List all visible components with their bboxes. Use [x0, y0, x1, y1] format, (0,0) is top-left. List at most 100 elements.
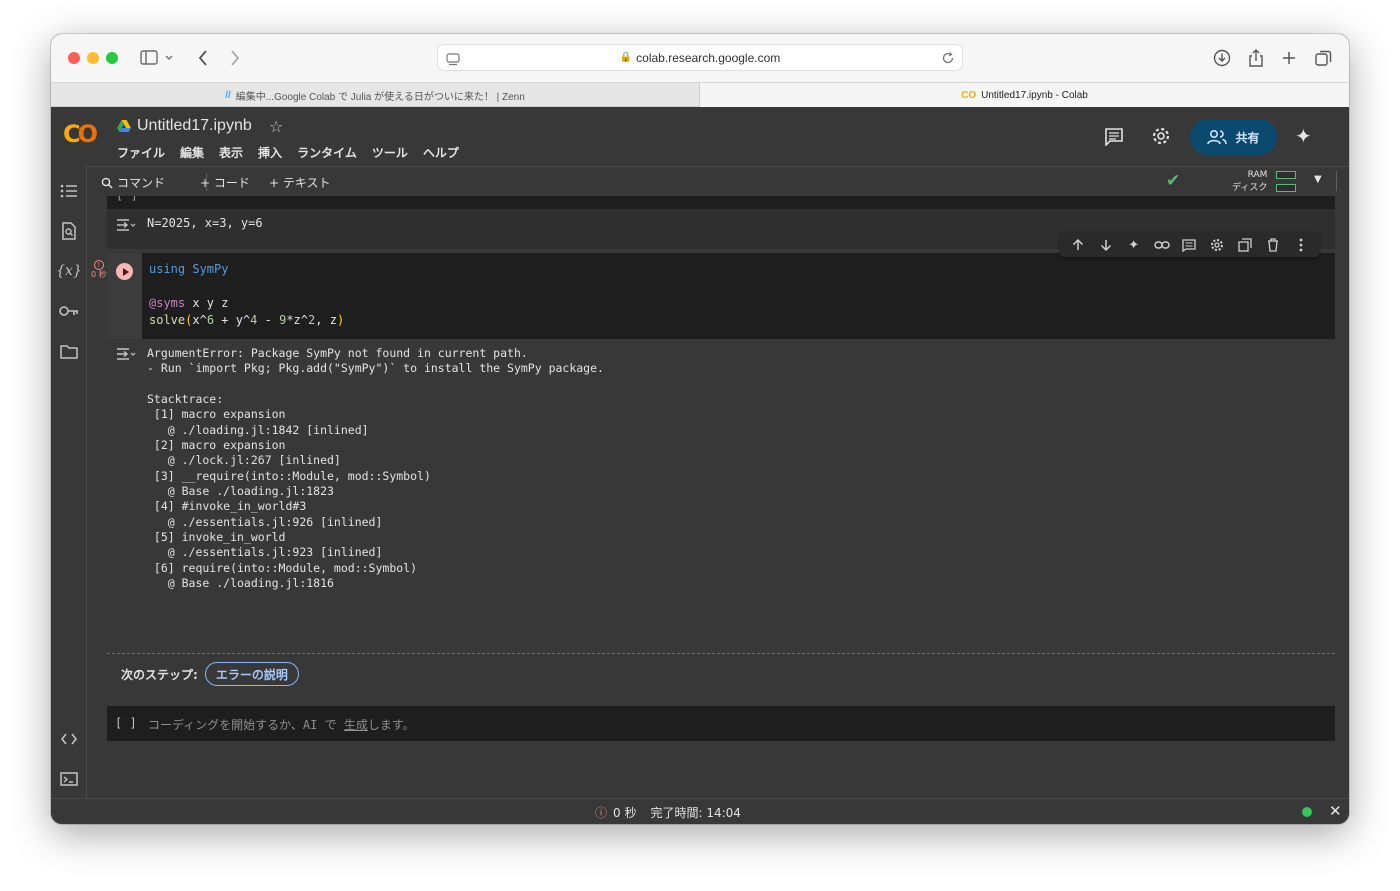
- tab-zenn[interactable]: // 編集中...Google Colab で Julia が使える日がついに来…: [51, 83, 700, 107]
- menu-edit[interactable]: 編集: [180, 144, 204, 161]
- output-actions-icon[interactable]: [116, 346, 136, 362]
- error-icon: !: [93, 260, 104, 270]
- add-code-button[interactable]: + コード: [200, 174, 250, 191]
- code-line: solve(x^6 + y^4 - 9*z^2, z): [149, 313, 344, 327]
- notebook-title[interactable]: Untitled17.ipynb: [137, 117, 252, 135]
- table-of-contents-icon[interactable]: [58, 180, 80, 202]
- delete-icon[interactable]: [1264, 236, 1282, 254]
- zenn-favicon-icon: //: [225, 89, 231, 101]
- tab-label: 編集中...Google Colab で Julia が使える日がついに来た！ …: [235, 91, 525, 103]
- back-icon[interactable]: [194, 46, 212, 70]
- menu-view[interactable]: 表示: [219, 144, 243, 161]
- code-snippets-icon[interactable]: [58, 728, 80, 750]
- tab-bar: // 編集中...Google Colab で Julia が使える日がついに来…: [51, 82, 1349, 107]
- url-text: colab.research.google.com: [636, 50, 781, 65]
- menu-file[interactable]: ファイル: [117, 144, 165, 161]
- more-options-icon[interactable]: [1292, 236, 1310, 254]
- terminal-icon[interactable]: [58, 768, 80, 790]
- secrets-key-icon[interactable]: [58, 300, 80, 322]
- ram-meter: [1276, 171, 1296, 179]
- explain-error-button[interactable]: エラーの説明: [204, 662, 299, 686]
- share-label: 共有: [1235, 130, 1260, 145]
- comment-icon[interactable]: [1180, 236, 1198, 254]
- run-cell-button[interactable]: [116, 263, 133, 280]
- previous-output-text: N=2025, x=3, y=6: [147, 216, 263, 230]
- sidebar-toggle-icon[interactable]: [137, 46, 177, 70]
- mirror-cell-icon[interactable]: [1236, 236, 1254, 254]
- colab-favicon-icon: CO: [961, 89, 977, 101]
- reload-icon[interactable]: [941, 50, 955, 69]
- completed-time: 完了時間: 14:04: [650, 806, 741, 820]
- notebook-body: [ ] N=2025, x=3, y=6 ! 0 秒 using SymPy @…: [88, 196, 1349, 798]
- files-folder-icon[interactable]: [58, 340, 80, 362]
- share-button[interactable]: 共有: [1190, 119, 1277, 155]
- maximize-window-button[interactable]: [106, 52, 118, 64]
- code-line: using SymPy: [149, 262, 228, 276]
- keyword-token: using SymPy: [149, 262, 229, 276]
- output-line: Stacktrace:: [147, 392, 224, 406]
- move-up-icon[interactable]: [1069, 236, 1087, 254]
- gemini-sparkle-icon[interactable]: ✦: [1295, 124, 1312, 148]
- output-line: @ ./lock.jl:267 [inlined]: [147, 453, 341, 467]
- output-line: [6] require(into::Module, mod::Symbol): [147, 561, 418, 575]
- menu-runtime[interactable]: ランタイム: [297, 144, 357, 161]
- cell-gutter: [107, 253, 142, 339]
- colab-header: CO Untitled17.ipynb ☆ ファイル 編集 表示 挿入 ランタイ…: [51, 107, 1349, 166]
- address-bar[interactable]: 🔒 colab.research.google.com: [437, 44, 963, 71]
- gemini-sparkle-icon[interactable]: ✦: [1125, 236, 1143, 254]
- close-window-button[interactable]: [68, 52, 80, 64]
- tab-overview-icon[interactable]: [1313, 46, 1333, 70]
- star-icon[interactable]: ☆: [269, 117, 283, 136]
- previous-cell-bracket: [ ]: [116, 196, 138, 202]
- close-icon[interactable]: ✕: [1329, 802, 1342, 820]
- menu-help[interactable]: ヘルプ: [423, 144, 459, 161]
- forward-icon[interactable]: [226, 46, 244, 70]
- people-icon: [1207, 129, 1228, 145]
- menu-insert[interactable]: 挿入: [258, 144, 282, 161]
- share-icon[interactable]: [1246, 46, 1266, 70]
- comments-icon[interactable]: [1103, 125, 1125, 147]
- move-down-icon[interactable]: [1097, 236, 1115, 254]
- new-tab-icon[interactable]: [1279, 46, 1299, 70]
- output-actions-icon[interactable]: [116, 217, 136, 233]
- previous-code-cell[interactable]: [ ]: [107, 196, 1335, 209]
- page-menu-icon[interactable]: [446, 51, 460, 70]
- link-icon[interactable]: [1153, 236, 1171, 254]
- connection-status-dot: [1302, 807, 1312, 817]
- output-line: - Run `import Pkg; Pkg.add("SymPy")` to …: [147, 361, 604, 375]
- add-text-button[interactable]: + テキスト: [269, 174, 331, 191]
- tab-label: Untitled17.ipynb - Colab: [981, 89, 1088, 101]
- variables-icon[interactable]: {x}: [56, 260, 82, 282]
- next-steps-label: 次のステップ:: [121, 667, 198, 682]
- find-replace-icon[interactable]: [58, 220, 80, 242]
- lock-icon: 🔒: [619, 52, 633, 63]
- menu-tools[interactable]: ツール: [372, 144, 408, 161]
- search-icon: [101, 177, 113, 189]
- placeholder-suffix: します。: [367, 718, 415, 732]
- notebook-toolbar: コマンド + コード + テキスト ✔ RAM ディスク ▼: [87, 166, 1349, 196]
- tab-colab[interactable]: CO Untitled17.ipynb - Colab: [700, 83, 1349, 107]
- cell-toolbar: ✦: [1060, 233, 1319, 257]
- cell-settings-gear-icon[interactable]: [1208, 236, 1226, 254]
- downloads-icon[interactable]: [1212, 46, 1232, 70]
- drive-icon[interactable]: [117, 120, 131, 132]
- output-line: @ Base ./loading.jl:1816: [147, 576, 334, 590]
- execution-status[interactable]: ⓘ 0 秒 完了時間: 14:04: [595, 804, 741, 821]
- output-line: [4] #invoke_in_world#3: [147, 499, 307, 513]
- cell-bracket: [ ]: [115, 716, 137, 730]
- output-line: [3] __require(into::Module, mod::Symbol): [147, 469, 431, 483]
- browser-window: 🔒 colab.research.google.com // 編集中...Goo…: [51, 34, 1349, 824]
- output-line: @ ./loading.jl:1842 [inlined]: [147, 423, 369, 437]
- output-line: [2] macro expansion: [147, 438, 286, 452]
- minimize-window-button[interactable]: [87, 52, 99, 64]
- execution-error-indicator[interactable]: ! 0 秒: [91, 260, 107, 279]
- command-palette-button[interactable]: コマンド: [101, 174, 165, 191]
- colab-logo[interactable]: CO: [63, 120, 98, 148]
- settings-gear-icon[interactable]: [1150, 125, 1172, 147]
- cell-placeholder: コーディングを開始するか、AI で 生成します。: [148, 716, 415, 733]
- runtime-dropdown-icon[interactable]: ▼: [1314, 174, 1322, 185]
- code-cell[interactable]: using SymPy @syms x y z solve(x^6 + y^4 …: [107, 253, 1335, 339]
- empty-code-cell[interactable]: [ ] コーディングを開始するか、AI で 生成します。: [107, 706, 1335, 741]
- output-line: @ ./essentials.jl:923 [inlined]: [147, 545, 383, 559]
- generate-link[interactable]: 生成: [344, 718, 368, 732]
